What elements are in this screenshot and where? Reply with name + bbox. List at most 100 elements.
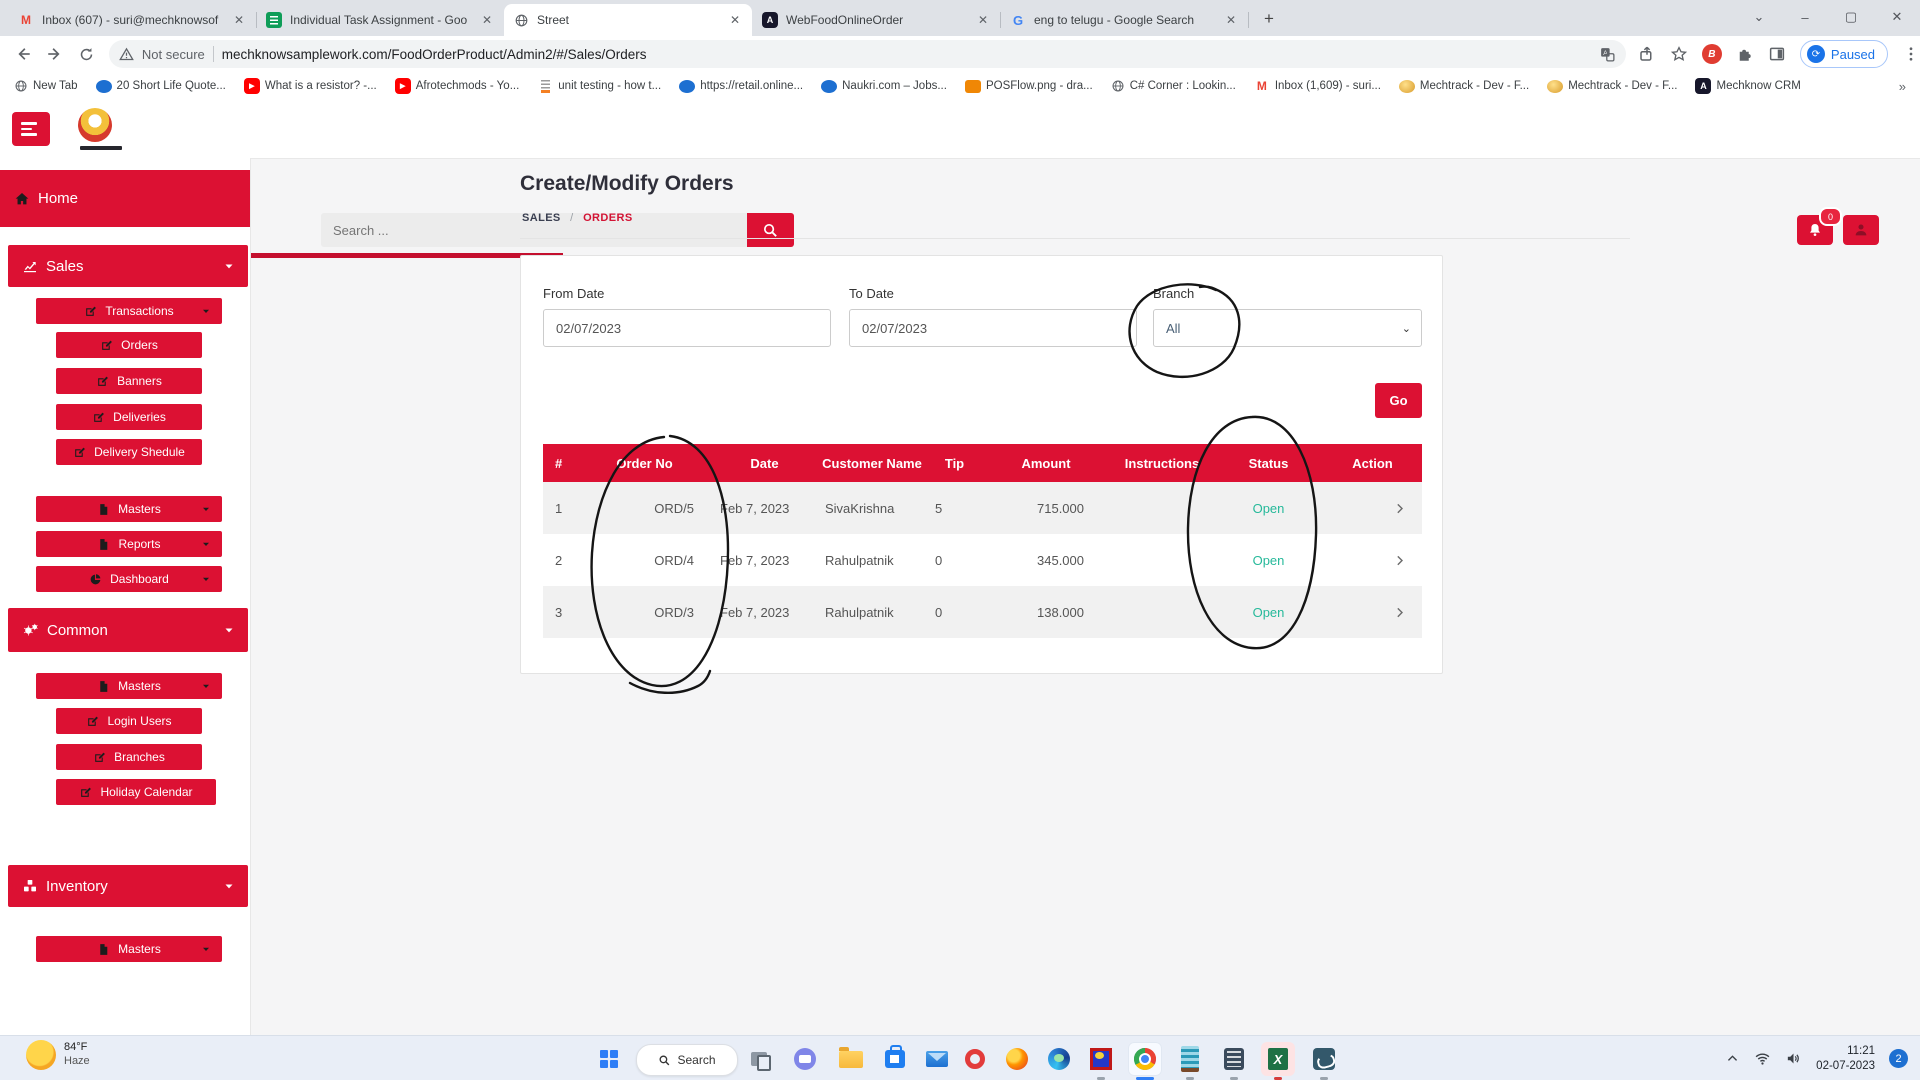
col-header-amount[interactable]: Amount [982, 444, 1110, 482]
tab-webfoodonlineorder[interactable]: A WebFoodOnlineOrder ✕ [752, 4, 1000, 36]
col-header-tip[interactable]: Tip [927, 444, 982, 482]
col-header-num[interactable]: # [543, 444, 577, 482]
edge-icon[interactable] [1042, 1042, 1076, 1076]
bookmark-item[interactable]: AMechknow CRM [1695, 78, 1800, 94]
sidebar-item-masters-common[interactable]: Masters [36, 673, 222, 699]
profile-sync-paused-chip[interactable]: ⟳ Paused [1800, 40, 1888, 68]
col-header-status[interactable]: Status [1214, 444, 1323, 482]
weather-widget[interactable]: 84°F Haze [26, 1040, 90, 1070]
calculator-icon[interactable] [1217, 1042, 1251, 1076]
bookmark-item[interactable]: 20 Short Life Quote... [96, 80, 226, 93]
bookmark-item[interactable]: ▶What is a resistor? -... [244, 78, 377, 94]
bookmark-item[interactable]: MInbox (1,609) - suri... [1254, 78, 1381, 94]
tab-gmail[interactable]: M Inbox (607) - suri@mechknowsof ✕ [8, 4, 256, 36]
sidebar-item-sales[interactable]: Sales [8, 245, 248, 287]
sidebar-item-delivery-schedule[interactable]: Delivery Shedule [56, 439, 202, 465]
sidebar-item-common[interactable]: Common [8, 608, 248, 652]
sidebar-item-login-users[interactable]: Login Users [56, 708, 202, 734]
tab-sheets[interactable]: Individual Task Assignment - Goo ✕ [256, 4, 504, 36]
task-view-icon[interactable] [742, 1042, 776, 1076]
mail-icon[interactable] [920, 1042, 954, 1076]
sidebar-item-orders[interactable]: Orders [56, 332, 202, 358]
tab-close-icon[interactable]: ✕ [480, 13, 494, 27]
col-header-date[interactable]: Date [712, 444, 817, 482]
bookmark-item[interactable]: New Tab [14, 79, 78, 93]
new-tab-button[interactable]: + [1256, 6, 1282, 32]
security-chip[interactable]: Not secure [142, 47, 205, 62]
bookmark-item[interactable]: Naukri.com – Jobs... [821, 80, 947, 93]
sidebar-item-holiday-calendar[interactable]: Holiday Calendar [56, 779, 216, 805]
sidebar-item-reports[interactable]: Reports [36, 531, 222, 557]
tab-close-icon[interactable]: ✕ [728, 13, 742, 27]
bookmark-item[interactable]: unit testing - how t... [537, 78, 661, 94]
firefox-icon[interactable] [1000, 1042, 1034, 1076]
tab-close-icon[interactable]: ✕ [1224, 13, 1238, 27]
pgadmin-icon[interactable] [1307, 1042, 1341, 1076]
sidebar-item-inventory[interactable]: Inventory [8, 865, 248, 907]
maximize-button[interactable]: ▢ [1828, 9, 1874, 25]
url-bar[interactable]: Not secure mechknowsamplework.com/FoodOr… [109, 40, 1626, 68]
taskbar-search[interactable]: Search [636, 1044, 738, 1076]
sidebar-item-home[interactable]: Home [0, 170, 250, 227]
start-button[interactable] [592, 1042, 626, 1076]
share-icon[interactable] [1638, 45, 1656, 63]
row-expand-chevron[interactable] [1323, 482, 1422, 534]
bookmark-item[interactable]: https://retail.online... [679, 80, 803, 93]
notepad-icon[interactable] [1173, 1042, 1207, 1076]
bookmark-item[interactable]: POSFlow.png - dra... [965, 80, 1093, 93]
opera-icon[interactable] [958, 1042, 992, 1076]
clock[interactable]: 11:21 02-07-2023 [1816, 1044, 1875, 1074]
col-header-customer[interactable]: Customer Name [817, 444, 927, 482]
forward-icon[interactable] [46, 45, 64, 63]
sidebar-item-banners[interactable]: Banners [56, 368, 202, 394]
col-header-instructions[interactable]: Instructions [1110, 444, 1214, 482]
reload-icon[interactable] [78, 46, 95, 63]
url-text[interactable]: mechknowsamplework.com/FoodOrderProduct/… [222, 47, 647, 62]
tab-google-search[interactable]: G eng to telugu - Google Search ✕ [1000, 4, 1248, 36]
from-date-input[interactable] [543, 309, 831, 347]
sidebar-toggle-button[interactable] [12, 112, 50, 146]
go-button[interactable]: Go [1375, 383, 1422, 418]
bookmark-item[interactable]: ▶Afrotechmods - Yo... [395, 78, 520, 94]
tab-street-active[interactable]: Street ✕ [504, 4, 752, 36]
chrome-icon-active[interactable] [1128, 1042, 1162, 1076]
notifications-button[interactable]: 0 [1797, 215, 1833, 245]
col-header-order-no[interactable]: Order No [577, 444, 712, 482]
sidebar-item-transactions[interactable]: Transactions [36, 298, 222, 324]
tab-close-icon[interactable]: ✕ [976, 13, 990, 27]
breadcrumb-parent[interactable]: SALES [522, 212, 561, 224]
file-explorer-icon[interactable] [834, 1042, 868, 1076]
bookmarks-overflow-chevron[interactable]: » [1899, 79, 1906, 94]
paint-app-icon[interactable] [1084, 1042, 1118, 1076]
bookmark-item[interactable]: Mechtrack - Dev - F... [1547, 80, 1677, 93]
sidebar-item-branches[interactable]: Branches [56, 744, 202, 770]
teams-chat-icon[interactable] [788, 1042, 822, 1076]
excel-icon[interactable] [1261, 1042, 1295, 1076]
sidebar-item-deliveries[interactable]: Deliveries [56, 404, 202, 430]
wifi-icon[interactable] [1754, 1050, 1771, 1067]
volume-icon[interactable] [1785, 1050, 1802, 1067]
translate-icon[interactable] [1599, 46, 1616, 63]
bookmark-item[interactable]: C# Corner : Lookin... [1111, 79, 1236, 93]
tray-chevron-up-icon[interactable] [1725, 1051, 1740, 1066]
tab-search-caret-icon[interactable]: ⌄ [1736, 9, 1782, 25]
col-header-action[interactable]: Action [1323, 444, 1422, 482]
branch-select[interactable]: All ⌄ [1153, 309, 1422, 347]
bookmark-item[interactable]: Mechtrack - Dev - F... [1399, 80, 1529, 93]
row-expand-chevron[interactable] [1323, 534, 1422, 586]
tab-close-icon[interactable]: ✕ [232, 13, 246, 27]
close-button[interactable]: ✕ [1874, 9, 1920, 25]
to-date-input[interactable] [849, 309, 1137, 347]
back-icon[interactable] [14, 45, 32, 63]
app-logo[interactable] [78, 108, 112, 142]
side-panel-icon[interactable] [1768, 45, 1786, 63]
sidebar-item-masters-sales[interactable]: Masters [36, 496, 222, 522]
chrome-menu-dots-icon[interactable] [1902, 45, 1920, 63]
minimize-button[interactable]: – [1782, 10, 1828, 25]
row-expand-chevron[interactable] [1323, 586, 1422, 638]
profile-button[interactable] [1843, 215, 1879, 245]
bookmark-star-icon[interactable] [1670, 45, 1688, 63]
app-search-button[interactable] [747, 213, 794, 247]
notification-center-badge[interactable]: 2 [1889, 1049, 1908, 1068]
extensions-puzzle-icon[interactable] [1736, 45, 1754, 63]
